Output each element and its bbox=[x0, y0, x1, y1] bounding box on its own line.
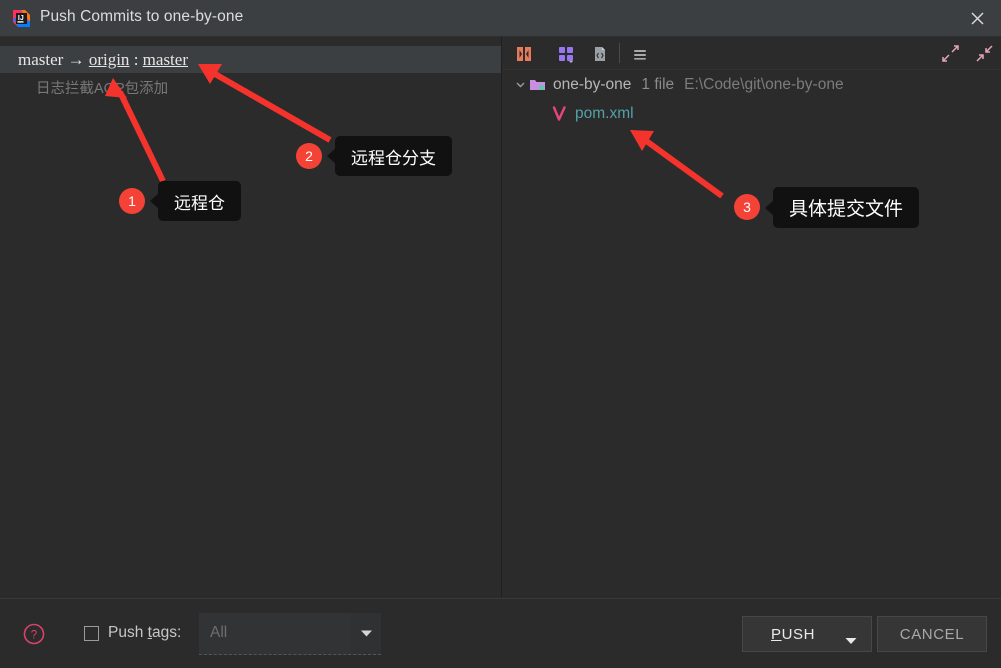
push-tags-checkbox[interactable] bbox=[84, 626, 99, 641]
push-button-rest: USH bbox=[781, 626, 816, 643]
svg-text:IJ: IJ bbox=[18, 15, 24, 22]
push-target-label: master → origin : master bbox=[18, 50, 188, 70]
title-bar: IJ Push Commits to one-by-one bbox=[0, 0, 1001, 37]
push-target-row[interactable]: master → origin : master bbox=[0, 46, 501, 73]
remote-branch-name[interactable]: master bbox=[143, 50, 188, 69]
svg-text:?: ? bbox=[31, 630, 37, 642]
directory-path: E:\Code\git\one-by-one bbox=[684, 75, 844, 93]
help-icon[interactable]: ? bbox=[22, 622, 46, 646]
push-tags-label-suffix: ags: bbox=[151, 624, 182, 641]
changed-files-panel: one-by-one 1 file E:\Code\git\one-by-one… bbox=[503, 37, 1001, 598]
options-menu-icon[interactable] bbox=[627, 42, 653, 65]
chevron-down-icon[interactable] bbox=[351, 613, 381, 654]
close-icon bbox=[970, 12, 984, 25]
push-button-mnemonic: P bbox=[771, 626, 782, 643]
commit-message[interactable]: 日志拦截AOP包添加 bbox=[36, 77, 168, 98]
annotation-badge-3: 3 bbox=[734, 194, 760, 220]
push-tags-label: Push tags: bbox=[108, 624, 181, 642]
preview-diff-icon[interactable] bbox=[587, 42, 613, 65]
changed-files-tree: one-by-one 1 file E:\Code\git\one-by-one… bbox=[503, 70, 1001, 128]
commits-panel: master → origin : master 日志拦截AOP包添加 bbox=[0, 37, 502, 598]
colon-separator: : bbox=[133, 50, 139, 69]
file-name[interactable]: pom.xml bbox=[575, 105, 634, 123]
files-toolbar bbox=[503, 37, 1001, 70]
cancel-button-label: CANCEL bbox=[899, 625, 965, 643]
push-button-label: PUSH bbox=[771, 626, 815, 643]
close-button[interactable] bbox=[953, 0, 1001, 37]
folder-icon bbox=[529, 77, 546, 92]
expand-all-icon[interactable] bbox=[937, 42, 963, 65]
annotation-badge-2: 2 bbox=[296, 143, 322, 169]
collapse-all-icon[interactable] bbox=[971, 42, 997, 65]
chevron-down-icon[interactable] bbox=[845, 632, 857, 650]
file-count: 1 file bbox=[641, 75, 675, 93]
group-by-icon[interactable] bbox=[553, 42, 579, 65]
directory-name: one-by-one bbox=[553, 75, 632, 93]
push-tags-label-prefix: Push bbox=[108, 624, 148, 641]
tree-row[interactable]: pom.xml bbox=[503, 99, 1001, 128]
annotation-badge-1: 1 bbox=[119, 188, 145, 214]
chevron-down-icon[interactable] bbox=[511, 76, 529, 94]
annotation-callout-3: 具体提交文件 bbox=[764, 187, 920, 228]
tree-row[interactable]: one-by-one 1 file E:\Code\git\one-by-one bbox=[503, 70, 1001, 99]
local-branch-name: master bbox=[18, 50, 64, 69]
push-button[interactable]: PUSH bbox=[742, 616, 872, 652]
annotation-callout-2: 远程仓分支 bbox=[327, 136, 452, 176]
arrow-glyph: → bbox=[67, 50, 85, 69]
toolbar-separator bbox=[619, 43, 620, 63]
cancel-button[interactable]: CANCEL bbox=[877, 616, 987, 652]
annotation-callout-1: 远程仓 bbox=[150, 181, 241, 221]
show-diff-icon[interactable] bbox=[511, 42, 537, 65]
tags-combobox[interactable]: All bbox=[199, 613, 381, 655]
maven-file-icon bbox=[551, 105, 568, 122]
remote-name[interactable]: origin bbox=[89, 50, 130, 69]
push-commits-dialog: IJ Push Commits to one-by-one master → o… bbox=[0, 0, 1001, 668]
intellij-idea-icon: IJ bbox=[12, 9, 31, 28]
tags-combobox-value: All bbox=[210, 624, 228, 641]
window-title: Push Commits to one-by-one bbox=[40, 8, 244, 25]
